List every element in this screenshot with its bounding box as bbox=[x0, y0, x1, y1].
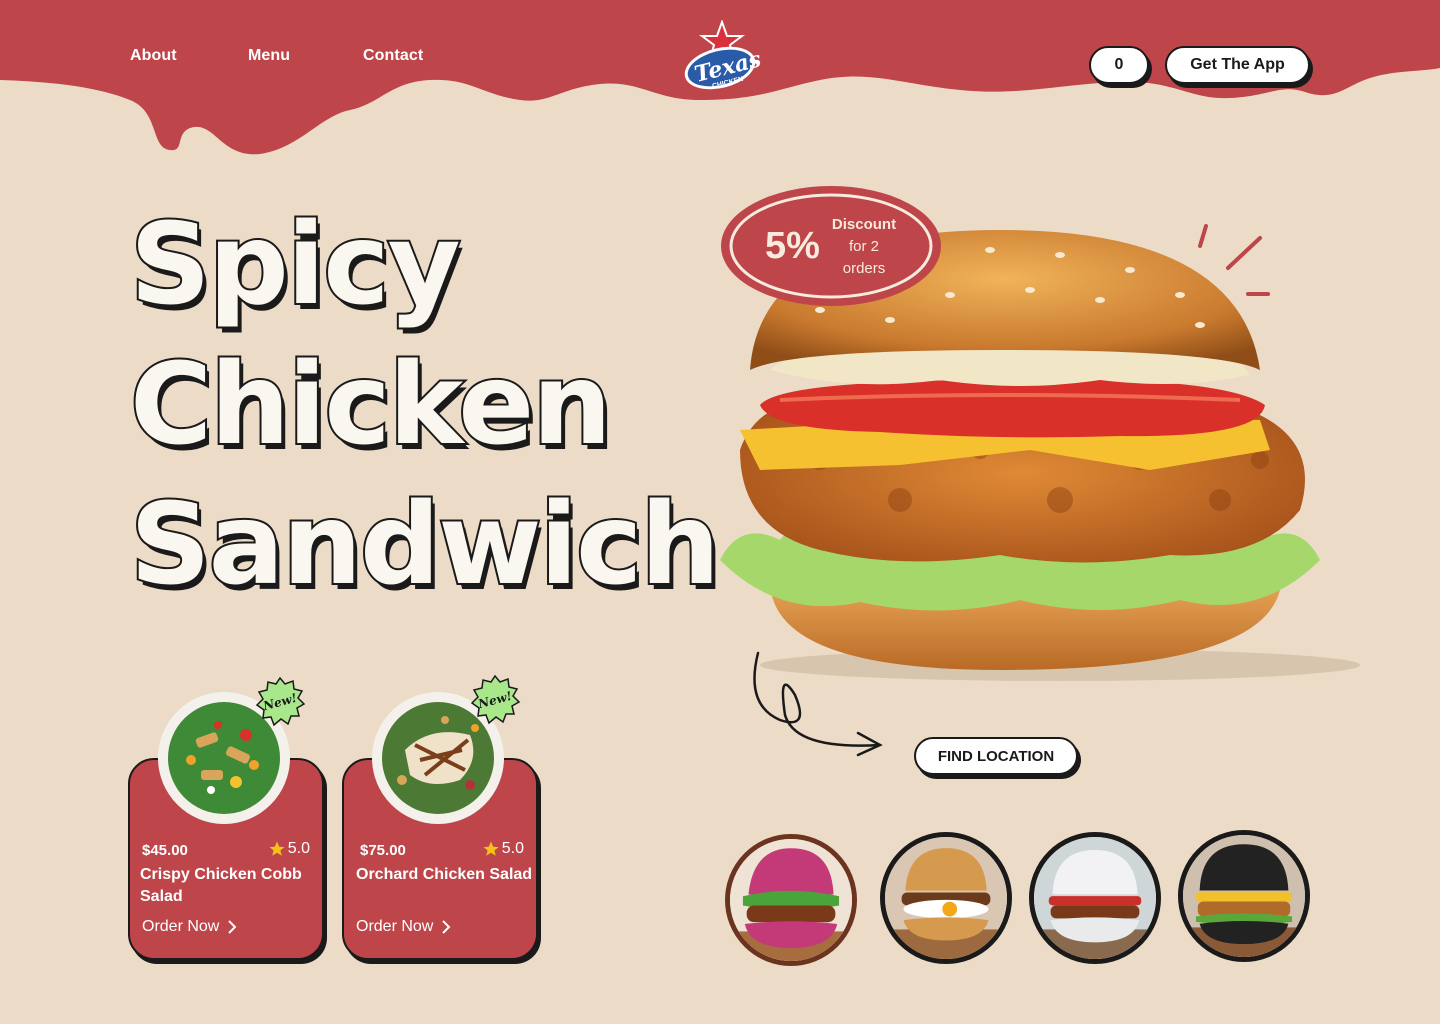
find-location-button[interactable]: FIND LOCATION bbox=[914, 737, 1078, 775]
order-now-label: Order Now bbox=[142, 918, 220, 935]
card-price: $45.00 bbox=[142, 842, 188, 859]
rating-value: 5.0 bbox=[501, 840, 524, 857]
discount-line-1: Discount bbox=[831, 216, 897, 233]
discount-line-2: for 2 bbox=[848, 238, 879, 255]
rating-value: 5.0 bbox=[287, 840, 310, 857]
order-now-label: Order Now bbox=[356, 918, 434, 935]
burger-thumb-black[interactable] bbox=[1178, 830, 1310, 962]
cart-button[interactable]: 0 bbox=[1089, 46, 1149, 84]
new-badge-icon: New! bbox=[255, 676, 306, 727]
burger-thumb-pink[interactable] bbox=[725, 834, 857, 966]
egg-burger-image bbox=[885, 837, 1007, 959]
burger-thumb-white[interactable] bbox=[1029, 832, 1161, 964]
card-rating: 5.0 bbox=[268, 840, 310, 858]
chevron-right-icon bbox=[442, 920, 451, 934]
hero-line-3: Sandwich bbox=[128, 478, 722, 612]
star-icon bbox=[483, 841, 499, 856]
order-now-link[interactable]: Order Now bbox=[142, 918, 237, 936]
star-icon bbox=[269, 841, 285, 856]
hero-line-2: Chicken bbox=[128, 338, 614, 472]
hero-line-1: Spicy bbox=[128, 198, 463, 332]
nav-about-link[interactable]: About bbox=[130, 47, 177, 65]
new-badge-icon: New! bbox=[470, 674, 521, 725]
card-product-name: Orchard Chicken Salad bbox=[356, 866, 533, 883]
sparkle-accent-icon bbox=[1198, 224, 1270, 296]
pink-burger-image bbox=[730, 839, 852, 961]
discount-line-3: orders bbox=[842, 260, 886, 277]
discount-percent: 5% bbox=[765, 225, 820, 267]
burger-thumb-egg[interactable] bbox=[880, 832, 1012, 964]
card-product-name: Crispy Chicken Cobb Salad bbox=[140, 866, 302, 905]
black-burger-image bbox=[1183, 835, 1305, 957]
hero-headline: Spicy Chicken Sandwich bbox=[128, 195, 722, 615]
card-rating: 5.0 bbox=[482, 840, 524, 858]
white-burger-image bbox=[1034, 837, 1156, 959]
order-now-link[interactable]: Order Now bbox=[356, 918, 451, 936]
get-app-button[interactable]: Get The App bbox=[1165, 46, 1310, 84]
texas-chicken-logo[interactable]: Texas CHICKEN bbox=[680, 20, 762, 96]
curly-arrow-icon bbox=[753, 651, 883, 757]
chevron-right-icon bbox=[228, 920, 237, 934]
nav-menu-link[interactable]: Menu bbox=[248, 47, 290, 65]
discount-text: Discount for 2 orders bbox=[818, 214, 910, 280]
card-price: $75.00 bbox=[360, 842, 406, 859]
nav-contact-link[interactable]: Contact bbox=[363, 47, 423, 65]
